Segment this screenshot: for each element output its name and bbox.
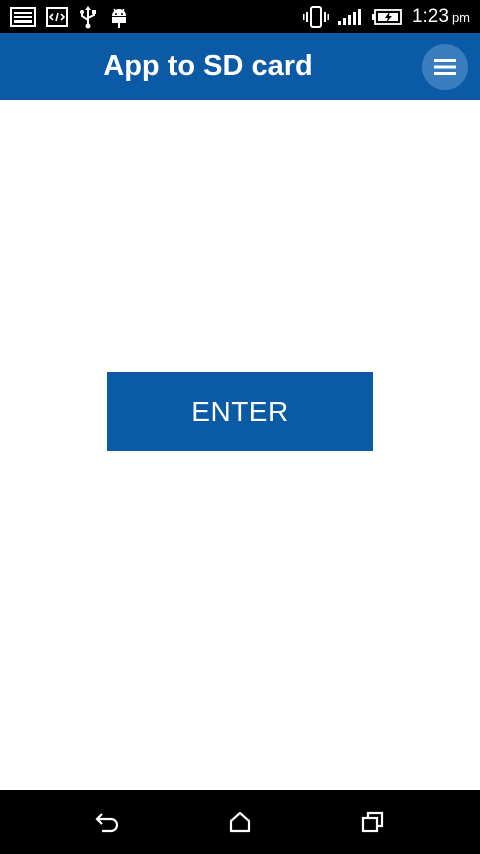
vibrate-icon bbox=[302, 5, 329, 28]
status-time: 1:23 pm bbox=[412, 6, 470, 28]
status-bar: 1:23 pm bbox=[0, 0, 480, 33]
battery-charging-icon bbox=[371, 8, 403, 26]
gallery-icon bbox=[10, 6, 36, 27]
usb-icon bbox=[78, 5, 98, 29]
back-icon bbox=[95, 813, 119, 833]
status-bar-notifications bbox=[10, 4, 130, 29]
enter-button[interactable]: ENTER bbox=[107, 372, 373, 451]
time-ampm: pm bbox=[451, 9, 470, 25]
code-icon bbox=[46, 6, 68, 27]
back-button[interactable] bbox=[91, 806, 123, 838]
menu-button[interactable] bbox=[422, 44, 468, 90]
status-bar-system: 1:23 pm bbox=[302, 4, 470, 29]
recent-apps-button[interactable] bbox=[357, 806, 389, 838]
app-bar: App to SD card bbox=[0, 33, 480, 100]
screen: 1:23 pm App to SD card ENTER bbox=[0, 0, 480, 854]
nav-bar bbox=[0, 790, 480, 854]
recent-apps-icon bbox=[361, 811, 384, 833]
app-title: App to SD card bbox=[103, 50, 313, 82]
hamburger-menu-icon bbox=[434, 59, 456, 75]
android-debug-icon bbox=[108, 5, 130, 29]
home-button[interactable] bbox=[224, 806, 256, 838]
home-icon bbox=[229, 811, 251, 833]
signal-icon bbox=[337, 8, 362, 26]
time-value: 1:23 bbox=[411, 5, 449, 27]
